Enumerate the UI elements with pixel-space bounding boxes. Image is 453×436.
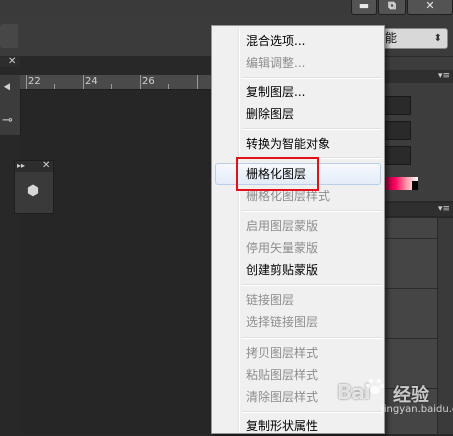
menu-separator <box>242 128 382 130</box>
annotation-highlight-box <box>236 157 319 191</box>
menu-item-clear-layer-style[interactable]: 清除图层样式 <box>246 387 318 407</box>
menu-separator <box>242 337 382 339</box>
menu-item-blending-options[interactable]: 混合选项... <box>246 31 305 51</box>
tools-panel-header: ✕ <box>0 57 20 67</box>
horizontal-ruler: 22 24 26 <box>20 75 212 90</box>
menu-item-edit-adjustment[interactable]: 编辑调整... <box>246 53 305 73</box>
close-icon[interactable]: ✕ <box>8 57 16 67</box>
menu-item-copy-shape-attributes[interactable]: 复制形状属性 <box>246 416 318 436</box>
paw-logo-icon <box>366 378 384 394</box>
menu-item-copy-layer-style[interactable]: 拷贝图层样式 <box>246 343 318 363</box>
menu-separator <box>242 284 382 286</box>
properties-field[interactable] <box>384 121 411 140</box>
layer-context-menu: 混合选项... 编辑调整... 复制图层... 删除图层 转换为智能对象 栅格化… <box>211 25 385 434</box>
collapse-icon[interactable]: ▸▸ <box>17 161 25 171</box>
3d-cube-icon[interactable]: ⬢ <box>25 183 41 199</box>
list-divider <box>382 288 439 289</box>
menu-separator <box>242 210 382 212</box>
watermark-url: jingyan.baidu.com <box>381 404 453 415</box>
properties-panel-header: ▾≡ <box>382 70 453 83</box>
panel-menu-icon[interactable]: ▾≡ <box>438 70 450 83</box>
menu-item-create-clipping-mask[interactable]: 创建剪贴蒙版 <box>246 260 318 280</box>
color-stop[interactable] <box>412 181 418 190</box>
document-canvas[interactable] <box>20 90 212 434</box>
menu-item-paste-layer-style[interactable]: 粘贴图层样式 <box>246 365 318 385</box>
ruler-tick <box>111 84 112 89</box>
ruler-tick <box>197 75 198 89</box>
ruler-tick <box>83 75 84 89</box>
chevron-down-icon: ⬍ <box>433 33 442 44</box>
ruler-label: 26 <box>142 76 155 87</box>
floating-panel-header: ▸▸ ✕ <box>15 161 53 172</box>
options-bar-left-edge <box>0 24 18 48</box>
menu-item-enable-layer-mask[interactable]: 启用图层蒙版 <box>246 216 318 236</box>
panel-menu-icon[interactable]: ▾≡ <box>438 203 450 216</box>
floating-panel: ▸▸ ✕ ⬢ <box>14 160 54 214</box>
menu-item-convert-to-smart-object[interactable]: 转换为智能对象 <box>246 134 330 154</box>
move-tool-icon[interactable]: ⯇ <box>2 81 12 96</box>
list-divider <box>382 338 439 339</box>
menu-item-disable-vector-mask[interactable]: 停用矢量蒙版 <box>246 238 318 258</box>
ruler-tick <box>54 84 55 89</box>
menu-item-delete-layer[interactable]: 删除图层 <box>246 104 294 124</box>
close-icon[interactable]: ✕ <box>42 161 50 171</box>
menu-item-duplicate-layer[interactable]: 复制图层... <box>246 82 305 102</box>
ruler-tick <box>26 75 27 89</box>
menu-item-link-layers[interactable]: 链接图层 <box>246 290 294 310</box>
menu-separator <box>242 77 382 79</box>
ruler-label: 24 <box>85 76 98 87</box>
pen-tool-icon[interactable]: ⊸ <box>2 113 13 128</box>
minimize-icon[interactable]: ▬ <box>351 0 377 15</box>
title-bar: ▬ ⧉ ✕ <box>0 0 453 16</box>
menu-icon-gutter <box>238 28 240 433</box>
close-icon[interactable]: ✕ <box>407 0 453 15</box>
baidu-watermark: Bai 经验 jingyan.baidu.com <box>337 378 453 420</box>
ruler-tick <box>140 75 141 89</box>
properties-field[interactable] <box>384 146 411 165</box>
restore-icon[interactable]: ⧉ <box>378 0 406 15</box>
menu-item-select-linked-layers[interactable]: 选择链接图层 <box>246 312 318 332</box>
list-divider <box>382 238 439 239</box>
blend-mode-value: 能 <box>385 31 398 45</box>
ruler-label: 22 <box>28 76 41 87</box>
properties-field[interactable] <box>384 96 411 115</box>
tools-panel: ⯇ ⊸ <box>0 75 21 135</box>
ruler-tick <box>168 84 169 89</box>
layers-panel-header: ▾≡ <box>382 203 453 216</box>
